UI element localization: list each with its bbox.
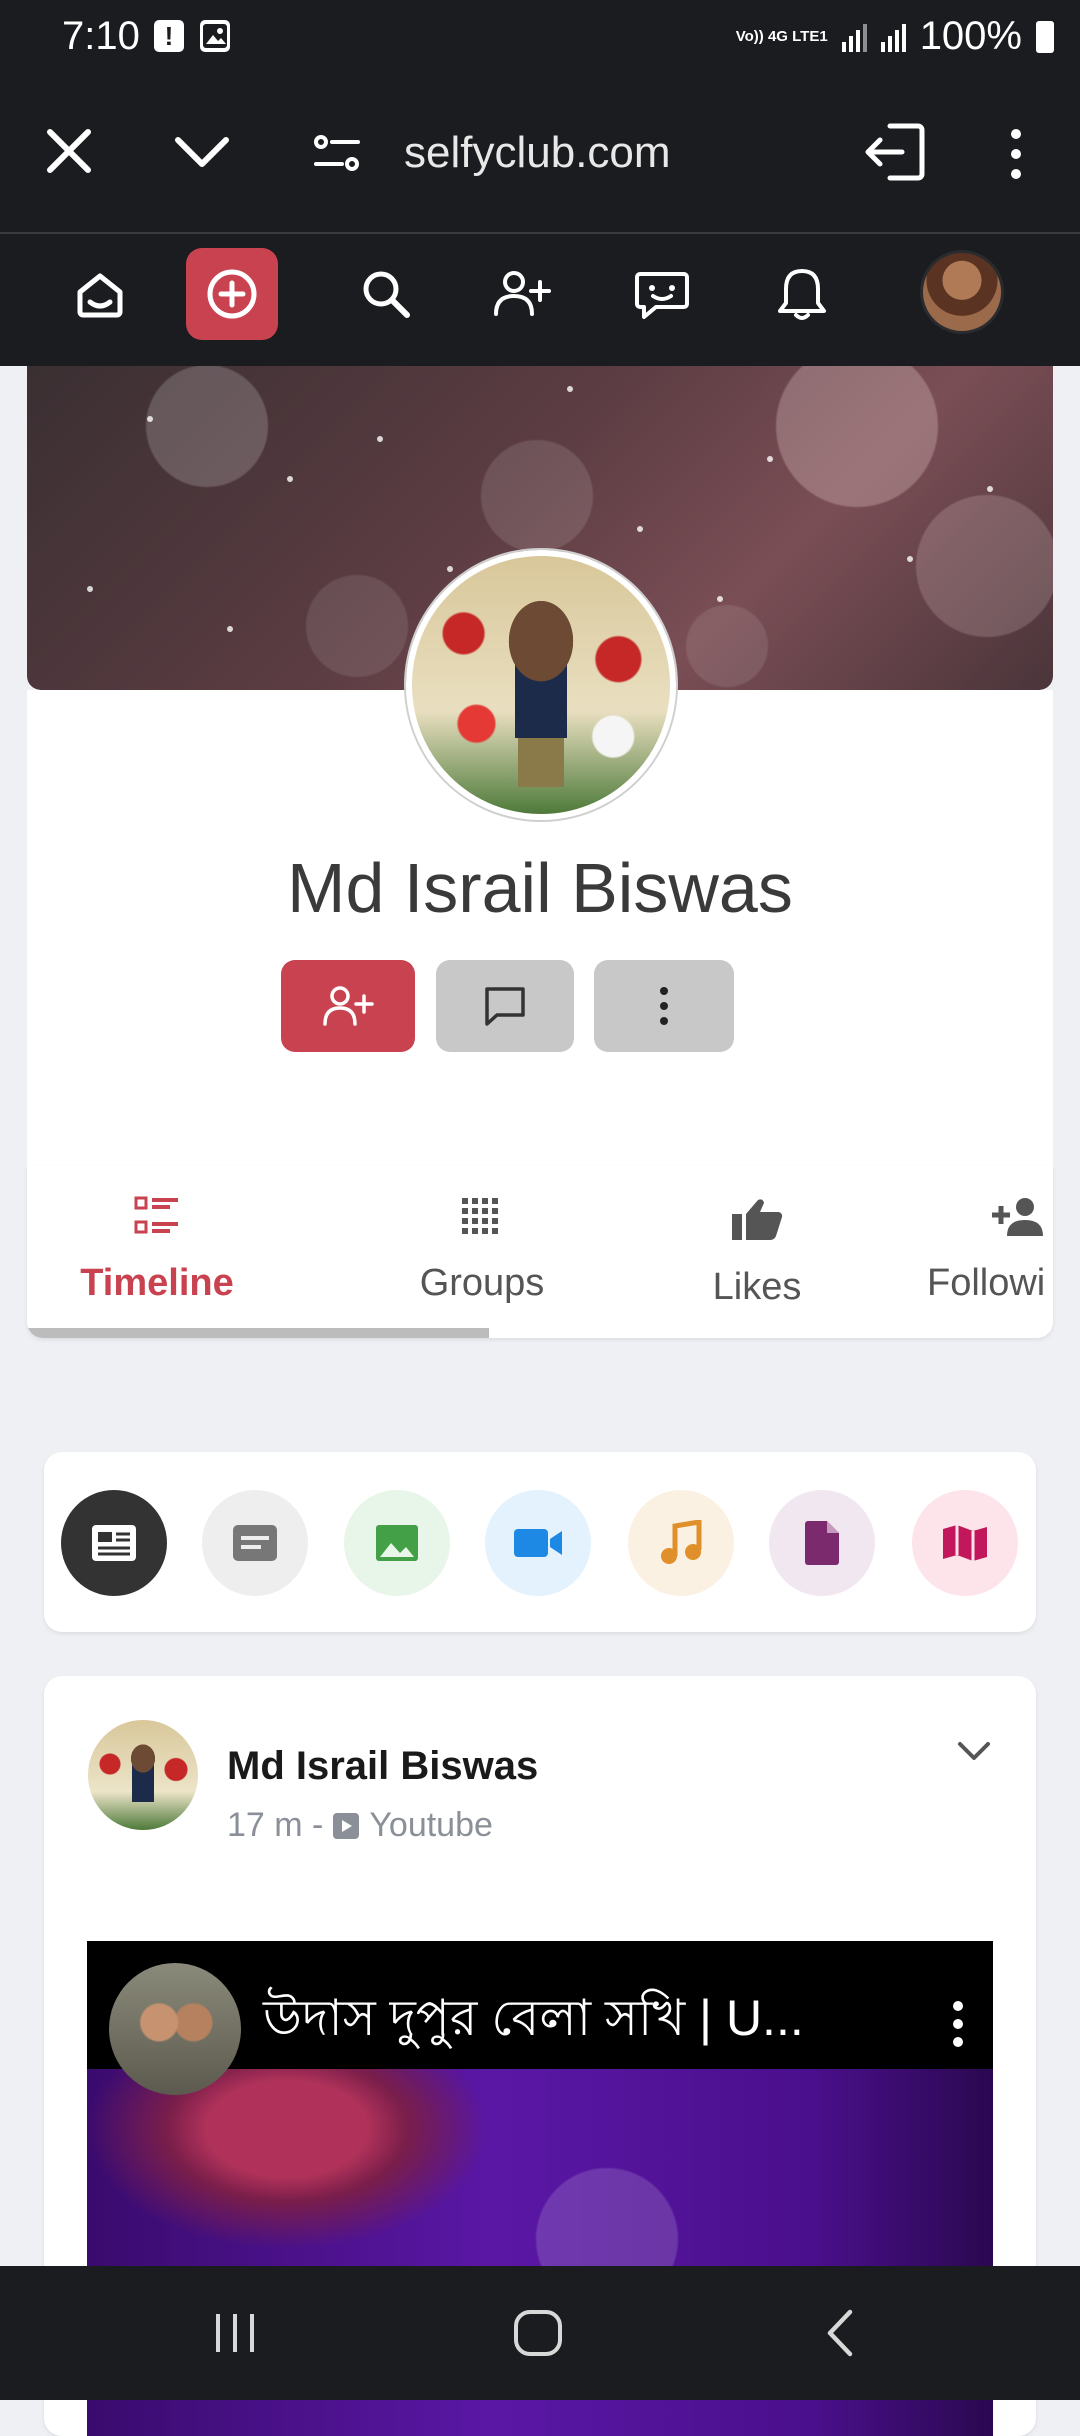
more-button[interactable] (594, 960, 734, 1052)
image-post-button[interactable] (344, 1490, 450, 1596)
add-friend-icon (323, 986, 374, 1026)
chevron-down-icon[interactable] (172, 126, 232, 181)
tab-groups[interactable]: Groups (382, 1196, 582, 1305)
tab-groups-label: Groups (419, 1262, 545, 1304)
channel-avatar[interactable] (109, 1963, 241, 2095)
home-button-icon[interactable] (512, 2308, 564, 2363)
post-author-name[interactable]: Md Israil Biswas (227, 1744, 538, 1789)
music-post-button[interactable] (628, 1490, 734, 1596)
status-bar: 7:10 ! Vo)) 4G LTE1 100% (0, 0, 1080, 78)
recent-apps-icon[interactable] (212, 2310, 258, 2361)
file-icon (805, 1521, 839, 1565)
thumbs-up-icon (732, 1199, 783, 1241)
home-icon[interactable] (54, 248, 146, 340)
image-notification-icon (200, 20, 230, 52)
file-post-button[interactable] (769, 1490, 875, 1596)
alert-notification-icon: ! (154, 20, 184, 52)
battery-icon (1036, 20, 1054, 53)
network-indicator: Vo)) 4G LTE1 (735, 28, 828, 45)
post-author-avatar[interactable] (88, 1720, 198, 1830)
tab-following[interactable]: Followi (927, 1196, 1053, 1305)
signal-icon (841, 22, 867, 52)
post-source[interactable]: Youtube (369, 1806, 493, 1845)
browser-toolbar: selfyclub.com (0, 78, 1080, 234)
text-post-button[interactable] (202, 1490, 308, 1596)
more-vert-icon[interactable] (1004, 126, 1028, 187)
music-icon (661, 1520, 702, 1564)
timeline-icon (134, 1196, 178, 1234)
message-button[interactable] (436, 960, 574, 1052)
site-nav (0, 234, 1080, 366)
site-settings-icon[interactable] (312, 130, 362, 181)
post-options-chevron-icon[interactable] (954, 1736, 994, 1771)
messages-icon[interactable] (616, 248, 708, 340)
close-icon[interactable] (40, 122, 98, 185)
person-add-icon (992, 1198, 1043, 1236)
post-type-selector (44, 1452, 1036, 1632)
chat-icon (485, 987, 525, 1026)
map-post-button[interactable] (912, 1490, 1018, 1596)
map-icon (943, 1525, 987, 1561)
tab-timeline[interactable]: Timeline (57, 1196, 257, 1305)
tab-timeline-label: Timeline (80, 1262, 234, 1304)
tab-likes[interactable]: Likes (657, 1196, 857, 1309)
create-post-icon[interactable] (186, 248, 278, 340)
status-time: 7:10 (62, 14, 140, 58)
notifications-icon[interactable] (756, 248, 848, 340)
add-friend-icon[interactable] (476, 248, 568, 340)
video-title[interactable]: উদাস দুপুর বেলা সখি | U... (263, 1981, 804, 2064)
text-icon (233, 1525, 277, 1561)
video-icon (514, 1529, 562, 1557)
post-time: 17 m - (227, 1806, 324, 1844)
system-navigation-bar (0, 2266, 1080, 2400)
tab-scroll-indicator (27, 1328, 489, 1338)
profile-picture[interactable] (406, 550, 676, 820)
battery-text: 100% (919, 14, 1022, 58)
sign-in-icon[interactable] (862, 120, 928, 189)
avatar[interactable] (920, 250, 1004, 334)
youtube-icon (333, 1812, 360, 1839)
search-icon[interactable] (340, 248, 432, 340)
profile-tabs: Timeline Groups Likes Followi (27, 1166, 1053, 1338)
back-icon[interactable] (822, 2308, 858, 2363)
groups-icon (462, 1198, 498, 1234)
status-right: Vo)) 4G LTE1 100% (736, 14, 1054, 59)
profile-name: Md Israil Biswas (287, 849, 793, 927)
signal-2-icon (880, 22, 906, 52)
video-more-icon[interactable] (951, 1999, 965, 2054)
url-bar[interactable]: selfyclub.com (404, 128, 671, 178)
add-friend-button[interactable] (281, 960, 415, 1052)
article-icon (92, 1525, 136, 1561)
image-icon (376, 1525, 418, 1561)
tab-following-label: Followi (927, 1262, 1046, 1304)
more-vert-icon (660, 987, 668, 1025)
post-meta: 17 m - Youtube (227, 1806, 493, 1845)
article-post-button[interactable] (61, 1490, 167, 1596)
video-post-button[interactable] (485, 1490, 591, 1596)
tab-likes-label: Likes (712, 1266, 802, 1308)
